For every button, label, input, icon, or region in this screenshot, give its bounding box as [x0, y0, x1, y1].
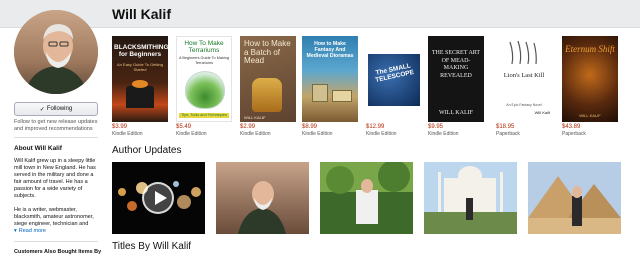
video-thumbnail[interactable]: [112, 162, 205, 234]
book-cover[interactable]: How to Make Fantasy And Medieval Diorama…: [302, 36, 358, 122]
bio-paragraph: He is a writer, webmaster, blacksmith, a…: [14, 207, 94, 227]
book-price: $9.95: [428, 124, 444, 130]
author-avatar: [14, 10, 98, 94]
bio-paragraph: Will Kalif grew up in a sleepy little mi…: [14, 158, 96, 199]
cover-subtitle: A Beginners Guide To Making Terrariums: [179, 56, 229, 65]
claw-marks-icon: [509, 40, 537, 65]
book-item[interactable]: How To Make Terrariums A Beginners Guide…: [176, 36, 232, 137]
checkmark-icon: ✓: [39, 106, 45, 113]
book-item[interactable]: The SMALL TELESCOPE $12.99 Kindle Editio…: [366, 36, 422, 137]
book-item[interactable]: How to Make Fantasy And Medieval Diorama…: [302, 36, 358, 137]
divider: [14, 137, 98, 138]
also-bought-heading: Customers Also Bought Items By: [14, 249, 102, 255]
video-thumbnail[interactable]: [216, 162, 309, 234]
fire-illustration: [132, 80, 148, 88]
cover-subtitle: An Easy Guide To Getting Started: [117, 62, 163, 72]
book-item[interactable]: Lion's Last Kill An Epic Fantasy Novel W…: [496, 36, 552, 137]
book-cover[interactable]: BLACKSMITHING for Beginners An Easy Guid…: [112, 36, 168, 122]
cover-title: How to Make a Batch of Mead: [244, 39, 291, 65]
cover-subtitle: An Epic Fantasy Novel: [506, 103, 542, 107]
cover-title: How To Make Terrariums: [184, 40, 224, 54]
book-format: Kindle Edition: [302, 131, 333, 137]
cover-author: Will Kalif: [534, 110, 550, 115]
cover-title: How to Make Fantasy And Medieval Diorama…: [306, 41, 354, 59]
author-bio: Will Kalif grew up in a sleepy little mi…: [14, 158, 100, 235]
cover-author: WILL KALIF: [244, 115, 266, 120]
book-format: Paperback: [562, 131, 586, 137]
book-format: Kindle Edition: [428, 131, 459, 137]
book-item[interactable]: THE SECRET ART OF MEAD-MAKING REVEALED W…: [428, 36, 484, 137]
book-carousel: BLACKSMITHING for Beginners An Easy Guid…: [112, 36, 640, 140]
book-cover[interactable]: How to Make a Batch of Mead WILL KALIF: [240, 36, 296, 122]
follow-button[interactable]: ✓ Following: [14, 102, 98, 116]
book-format: Kindle Edition: [240, 131, 271, 137]
book-format: Kindle Edition: [366, 131, 397, 137]
book-format: Kindle Edition: [176, 131, 207, 137]
book-item[interactable]: BLACKSMITHING for Beginners An Easy Guid…: [112, 36, 168, 137]
read-more-label: Read more: [18, 228, 46, 234]
author-updates-heading: Author Updates: [112, 145, 182, 156]
read-more-link[interactable]: ▾ Read more: [14, 228, 46, 234]
page-title: Will Kalif: [112, 6, 171, 22]
book-price: $18.95: [496, 124, 515, 130]
book-price: $43.89: [562, 124, 581, 130]
cover-title: BLACKSMITHING for Beginners: [114, 44, 168, 58]
cover-title: THE SECRET ART OF MEAD-MAKING REVEALED: [431, 50, 481, 79]
chevron-down-icon: ▾: [14, 228, 17, 234]
follow-note: Follow to get new release updates and im…: [14, 119, 98, 132]
book-format: Kindle Edition: [112, 131, 143, 137]
video-thumbnail[interactable]: [424, 162, 517, 234]
book-price: $12.99: [366, 124, 385, 130]
book-price: $3.99: [112, 124, 128, 130]
cover-author: WILL KALIF: [439, 110, 473, 116]
sidebar: ✓ Following Follow to get new release up…: [0, 0, 104, 258]
video-thumbnail[interactable]: [320, 162, 413, 234]
divider: [14, 241, 98, 242]
book-price: $5.49: [176, 124, 192, 130]
anvil-illustration: [126, 86, 154, 108]
book-cover[interactable]: Lion's Last Kill An Epic Fantasy Novel W…: [496, 36, 552, 122]
author-updates-list: [112, 162, 640, 234]
video-thumbnail[interactable]: [528, 162, 621, 234]
cover-title: Eternum Shift: [565, 44, 615, 54]
cover-footer: Tips, Tools and Techniques: [179, 113, 229, 118]
book-format: Paperback: [496, 131, 520, 137]
book-item[interactable]: How to Make a Batch of Mead WILL KALIF $…: [240, 36, 296, 137]
book-cover[interactable]: THE SECRET ART OF MEAD-MAKING REVEALED W…: [428, 36, 484, 122]
about-title: About Will Kalif: [14, 145, 62, 152]
book-cover[interactable]: The SMALL TELESCOPE: [366, 36, 422, 122]
book-item[interactable]: Eternum Shift WILL KALIF $43.89 Paperbac…: [562, 36, 618, 137]
cover-title: Lion's Last Kill: [503, 72, 545, 79]
book-price: $2.99: [240, 124, 256, 130]
book-cover[interactable]: How To Make Terrariums A Beginners Guide…: [176, 36, 232, 122]
follow-button-label: Following: [46, 106, 73, 112]
diorama-illustration: [332, 90, 352, 102]
book-cover[interactable]: Eternum Shift WILL KALIF: [562, 36, 618, 122]
mead-bottle-illustration: [252, 78, 282, 112]
book-price: $8.99: [302, 124, 318, 130]
terrarium-illustration: [185, 71, 225, 109]
titles-heading: Titles By Will Kalif: [112, 241, 192, 252]
diorama-illustration: [312, 84, 328, 102]
play-icon[interactable]: [142, 182, 174, 214]
cover-author: WILL KALIF: [579, 113, 601, 118]
